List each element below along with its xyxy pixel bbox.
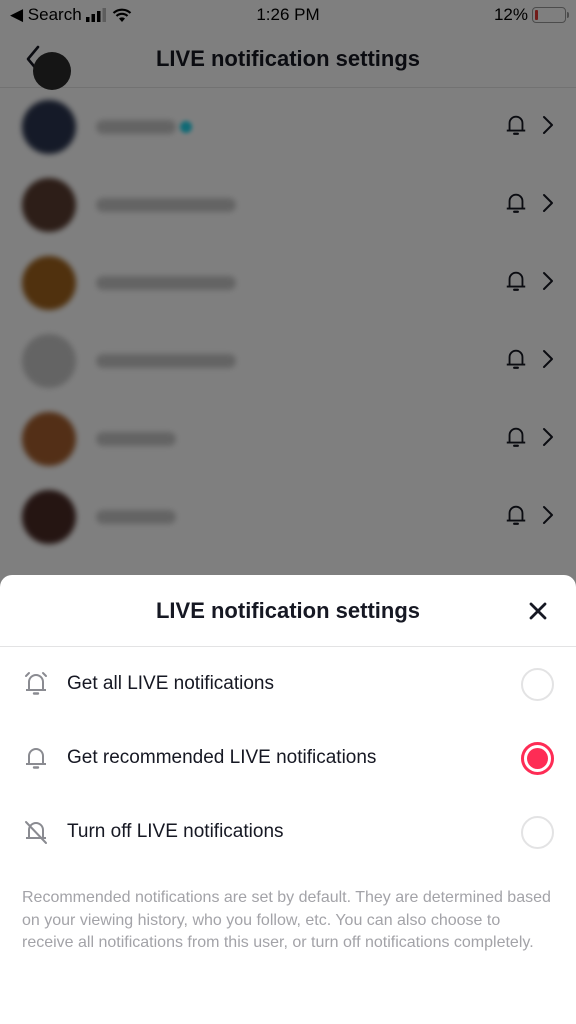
- sheet-header: LIVE notification settings: [0, 575, 576, 647]
- option-label: Get recommended LIVE notifications: [67, 747, 377, 768]
- close-icon: [529, 602, 547, 620]
- option-get-all[interactable]: Get all LIVE notifications: [0, 647, 576, 721]
- sheet-description: Recommended notifications are set by def…: [22, 889, 551, 951]
- close-button[interactable]: [526, 599, 550, 623]
- option-label: Get all LIVE notifications: [67, 673, 274, 694]
- radio-get-recommended[interactable]: [521, 741, 554, 775]
- radio-turn-off[interactable]: [521, 815, 554, 849]
- bottom-sheet: LIVE notification settings Get all LIVE …: [0, 575, 576, 1024]
- option-label: Turn off LIVE notifications: [67, 821, 284, 842]
- option-get-recommended[interactable]: Get recommended LIVE notifications: [0, 721, 576, 795]
- bell-off-icon: [22, 818, 50, 846]
- radio-get-all[interactable]: [521, 667, 554, 701]
- bell-icon: [22, 744, 50, 772]
- sheet-title: LIVE notification settings: [155, 597, 420, 623]
- bell-ringing-icon: [22, 670, 50, 698]
- option-turn-off[interactable]: Turn off LIVE notifications: [0, 795, 576, 869]
